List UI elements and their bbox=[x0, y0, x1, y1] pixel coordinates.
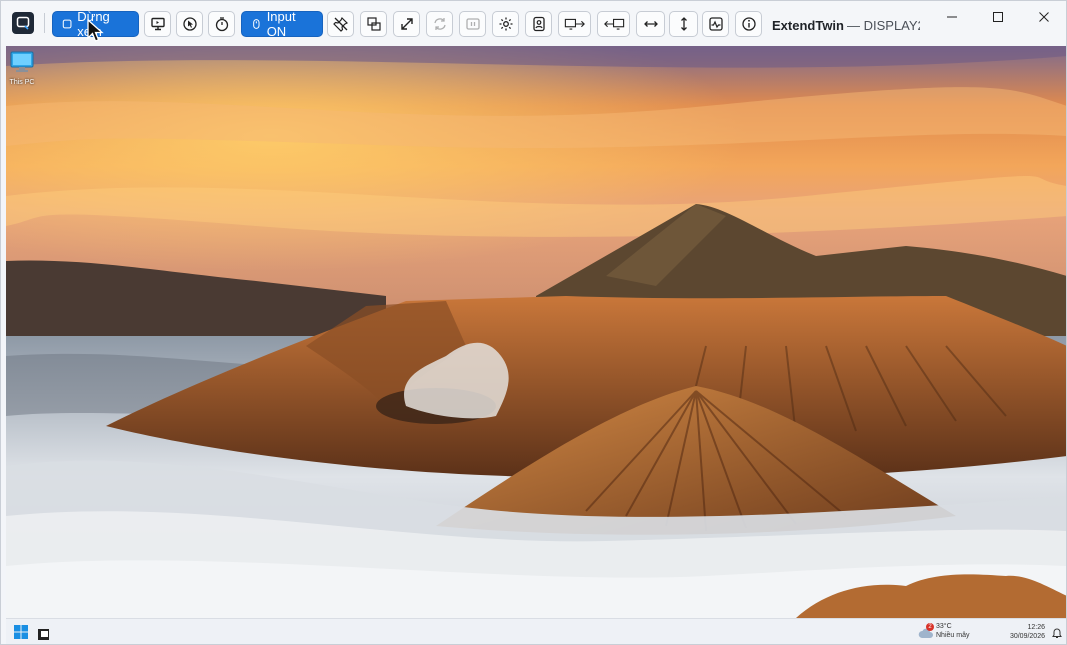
rotate-icon bbox=[433, 18, 446, 30]
weather-temperature: 33°C bbox=[936, 623, 952, 630]
terminal-icon bbox=[38, 629, 49, 640]
minimize-icon bbox=[947, 16, 957, 18]
windows-logo-icon bbox=[14, 625, 28, 639]
timer-button[interactable] bbox=[208, 11, 235, 37]
pause-button[interactable] bbox=[459, 11, 486, 37]
width-arrows-icon bbox=[643, 21, 658, 27]
pin-off-icon bbox=[332, 16, 348, 32]
maximize-button[interactable] bbox=[975, 1, 1021, 33]
window-swap-button[interactable] bbox=[360, 11, 387, 37]
expand-button[interactable] bbox=[393, 11, 420, 37]
wallpaper-volcano-image bbox=[6, 46, 1066, 618]
stop-square-icon bbox=[62, 19, 72, 29]
extend-left-icon bbox=[603, 18, 624, 30]
desktop-icon-this-pc[interactable]: This PC bbox=[8, 51, 36, 86]
settings-button[interactable] bbox=[492, 11, 519, 37]
rotate-button[interactable] bbox=[426, 11, 453, 37]
portrait-icon bbox=[532, 16, 545, 32]
title-toolbar: Dừng xem Input ON bbox=[1, 1, 1066, 46]
stats-button[interactable] bbox=[702, 11, 729, 37]
toolbar-separator bbox=[44, 13, 45, 33]
timer-icon bbox=[215, 17, 228, 32]
expand-icon bbox=[400, 18, 413, 30]
app-name: ExtendTwin bbox=[772, 18, 844, 33]
maximize-icon bbox=[993, 12, 1003, 22]
clock-time: 12:26 bbox=[1027, 624, 1045, 631]
mouse-cursor-icon bbox=[87, 19, 104, 42]
remote-taskbar: 2 33°C Nhiều mây 12:26 30/09/2026 bbox=[6, 618, 1066, 644]
this-pc-icon bbox=[10, 51, 34, 72]
monitor-icon bbox=[150, 17, 165, 31]
height-arrows-icon bbox=[680, 17, 687, 31]
close-button[interactable] bbox=[1021, 1, 1066, 33]
mouse-icon bbox=[253, 19, 260, 29]
weather-alert-badge: 2 bbox=[926, 623, 934, 631]
display-name: — DISPLAY2 bbox=[847, 18, 920, 33]
fit-height-button[interactable] bbox=[669, 11, 698, 37]
notification-button[interactable] bbox=[1052, 626, 1062, 638]
presentation-button[interactable] bbox=[144, 11, 171, 37]
fit-width-button[interactable] bbox=[636, 11, 665, 37]
input-toggle-button[interactable]: Input ON bbox=[241, 9, 323, 39]
window-swap-icon bbox=[366, 17, 381, 31]
activity-icon bbox=[708, 17, 723, 31]
taskbar-app-button[interactable] bbox=[38, 627, 49, 640]
close-icon bbox=[1039, 12, 1049, 22]
clock-date: 30/09/2026 bbox=[1009, 633, 1045, 640]
settings-icon bbox=[499, 17, 512, 31]
unpin-button[interactable] bbox=[327, 11, 354, 37]
extend-left-button[interactable] bbox=[597, 11, 630, 37]
weather-description: Nhiều mây bbox=[936, 632, 970, 639]
extend-right-button[interactable] bbox=[558, 11, 591, 37]
info-button[interactable] bbox=[735, 11, 762, 37]
pointer-icon bbox=[182, 17, 197, 31]
system-clock[interactable]: 12:26 30/09/2026 bbox=[1001, 623, 1045, 641]
start-button[interactable] bbox=[14, 625, 28, 639]
input-label: Input ON bbox=[266, 9, 296, 39]
pause-icon bbox=[465, 18, 480, 30]
bell-icon bbox=[1052, 628, 1062, 638]
portrait-button[interactable] bbox=[525, 11, 552, 37]
minimize-button[interactable] bbox=[929, 1, 975, 33]
remote-desktop-view[interactable]: This PC bbox=[6, 46, 1066, 618]
app-logo-icon bbox=[12, 12, 34, 34]
desktop-icon-label: This PC bbox=[9, 79, 35, 86]
extend-right-icon bbox=[564, 18, 585, 30]
extendtwin-window: Dừng xem Input ON bbox=[0, 0, 1067, 645]
pointer-button[interactable] bbox=[176, 11, 203, 37]
info-icon bbox=[741, 17, 756, 31]
